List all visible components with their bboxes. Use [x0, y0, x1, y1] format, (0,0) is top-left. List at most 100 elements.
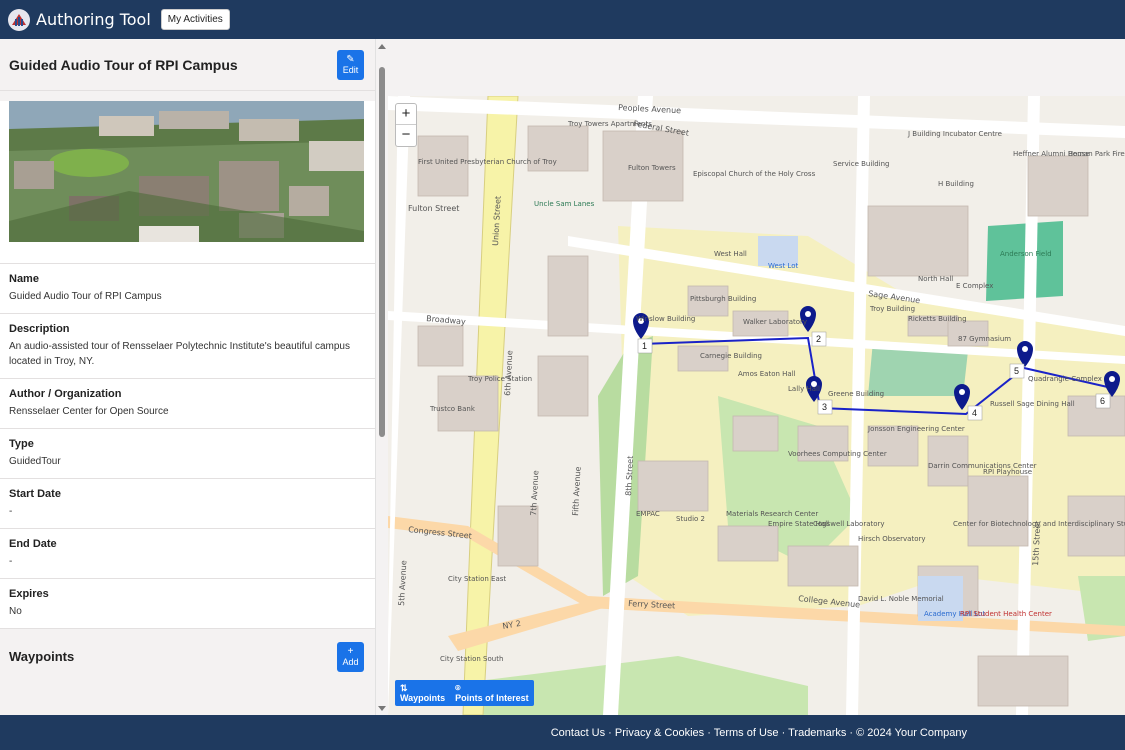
scroll-down-arrow-icon[interactable] [378, 706, 386, 711]
app-logo-icon[interactable] [8, 8, 30, 31]
route-icon: ⇅ [400, 683, 408, 693]
field-label: Name [9, 273, 39, 285]
field-value: Rensselaer Center for Open Source [9, 406, 169, 417]
activity-details-panel: Guided Audio Tour of RPI Campus ✎ Edit N… [0, 39, 375, 715]
field-description: Description An audio-assisted tour of Re… [0, 314, 375, 379]
map-top-area [388, 39, 1125, 96]
place-label: Center for Biotechnology and Interdiscip… [953, 520, 1125, 528]
place-label: Materials Research Center [726, 510, 818, 518]
footer: Contact Us · Privacy & Cookies · Terms o… [0, 715, 1125, 750]
waypoint-number: 3 [822, 402, 827, 412]
edit-button[interactable]: ✎ Edit [337, 49, 364, 80]
tab-points-of-interest[interactable]: ⌾ Points of Interest [450, 680, 534, 706]
app-title[interactable]: Authoring Tool [36, 10, 151, 29]
place-label: RPI Playhouse [983, 468, 1032, 476]
place-label: J Building Incubator Centre [907, 130, 1002, 138]
place-label: City Station South [440, 655, 503, 663]
edit-icon: ✎ [346, 54, 355, 65]
zoom-out-button[interactable]: − [396, 125, 416, 146]
map-pin-icon: ⌾ [455, 683, 461, 693]
field-end-date: End Date - [0, 529, 375, 579]
zoom-in-button[interactable]: + [396, 104, 416, 125]
add-waypoint-button[interactable]: + Add [337, 641, 364, 672]
place-label: Episcopal Church of the Holy Cross [693, 170, 816, 178]
place-label: Troy Police Station [467, 375, 532, 383]
place-label: First United Presbyterian Church of Troy [418, 158, 557, 166]
scroll-thumb[interactable] [379, 67, 385, 437]
tab-waypoints[interactable]: ⇅ Waypoints [395, 680, 450, 706]
place-label: Walker Laboratory [743, 318, 807, 326]
place-label: West Lot [768, 262, 798, 270]
waypoint-number: 5 [1014, 366, 1019, 376]
map-layer-tabs: ⇅ Waypoints ⌾ Points of Interest [395, 680, 534, 706]
my-activities-button[interactable]: My Activities [160, 9, 230, 30]
field-value: - [9, 506, 13, 517]
campus-map[interactable]: 1 2 3 4 5 6 Peoples Avenue Federal Stree… [388, 96, 1125, 715]
place-label: West Hall [714, 250, 747, 258]
waypoint-number: 2 [816, 334, 821, 344]
field-value: GuidedTour [9, 456, 61, 467]
place-label: Winslow Building [636, 315, 695, 323]
place-label: Hirsch Observatory [858, 535, 926, 543]
place-label: Trustco Bank [429, 405, 476, 413]
place-label: Fulton Towers [628, 164, 676, 172]
activity-header: Guided Audio Tour of RPI Campus ✎ Edit [0, 39, 375, 91]
field-value: Guided Audio Tour of RPI Campus [9, 291, 162, 302]
place-label: Anderson Field [1000, 250, 1052, 258]
field-value: - [9, 556, 13, 567]
place-label: City Station East [448, 575, 506, 583]
field-value: No [9, 606, 22, 617]
place-label: EMPAC [636, 510, 660, 518]
field-name: Name Guided Audio Tour of RPI Campus [0, 264, 375, 314]
waypoint-number: 1 [642, 341, 647, 351]
field-expires: Expires No [0, 579, 375, 629]
place-label: Uncle Sam Lanes [534, 200, 595, 208]
place-label: Russell Sage Dining Hall [990, 400, 1075, 408]
field-start-date: Start Date - [0, 479, 375, 529]
field-label: End Date [9, 538, 57, 550]
place-label: Pittsburgh Building [690, 295, 756, 303]
street-label: Fulton Street [408, 204, 459, 213]
place-label: David L. Noble Memorial [858, 595, 944, 603]
place-label: Carnegie Building [700, 352, 762, 360]
field-label: Type [9, 438, 34, 450]
place-label: Amos Eaton Hall [738, 370, 796, 378]
waypoint-number: 4 [972, 408, 977, 418]
field-value: An audio-assisted tour of Rensselaer Pol… [9, 341, 350, 367]
zoom-control: + − [395, 103, 417, 147]
tab-label: Points of Interest [455, 693, 529, 703]
activity-title: Guided Audio Tour of RPI Campus [9, 56, 238, 73]
waypoints-header: Waypoints + Add [0, 629, 375, 684]
footer-links[interactable]: Contact Us · Privacy & Cookies · Terms o… [551, 727, 967, 739]
tab-label: Waypoints [400, 693, 446, 703]
plus-icon: + [347, 646, 354, 657]
place-label: RPI Student Health Center [960, 610, 1052, 618]
place-label: Ricketts Building [908, 315, 967, 323]
map-canvas[interactable]: 1 2 3 4 5 6 Peoples Avenue Federal Stree… [388, 96, 1125, 715]
field-label: Start Date [9, 488, 61, 500]
edit-button-label: Edit [342, 65, 359, 75]
field-label: Description [9, 323, 70, 335]
top-navbar: Authoring Tool My Activities [0, 0, 1125, 39]
campus-aerial-photo [9, 101, 364, 242]
waypoints-title: Waypoints [9, 649, 75, 664]
field-type: Type GuidedTour [0, 429, 375, 479]
place-label: Service Building [833, 160, 890, 168]
field-author: Author / Organization Rensselaer Center … [0, 379, 375, 429]
add-button-label: Add [342, 657, 359, 667]
field-label: Expires [9, 588, 49, 600]
place-label: Empire State Hall [768, 520, 829, 528]
place-label: Quadrangle Complex [1028, 375, 1102, 383]
field-label: Author / Organization [9, 388, 122, 400]
waypoint-number: 6 [1100, 396, 1105, 406]
activity-photo-container [0, 101, 375, 264]
place-label: Troy Towers Apartments [567, 120, 652, 128]
place-label: 87 Gymnasium [958, 335, 1011, 343]
place-label: Greene Building [828, 390, 884, 398]
left-panel-scrollbar[interactable] [375, 39, 387, 715]
place-label: H Building [938, 180, 974, 188]
place-label: Voorhees Computing Center [788, 450, 887, 458]
place-label: Studio 2 [676, 515, 705, 523]
place-label: Troy Building [869, 305, 915, 313]
scroll-up-arrow-icon[interactable] [378, 44, 386, 49]
